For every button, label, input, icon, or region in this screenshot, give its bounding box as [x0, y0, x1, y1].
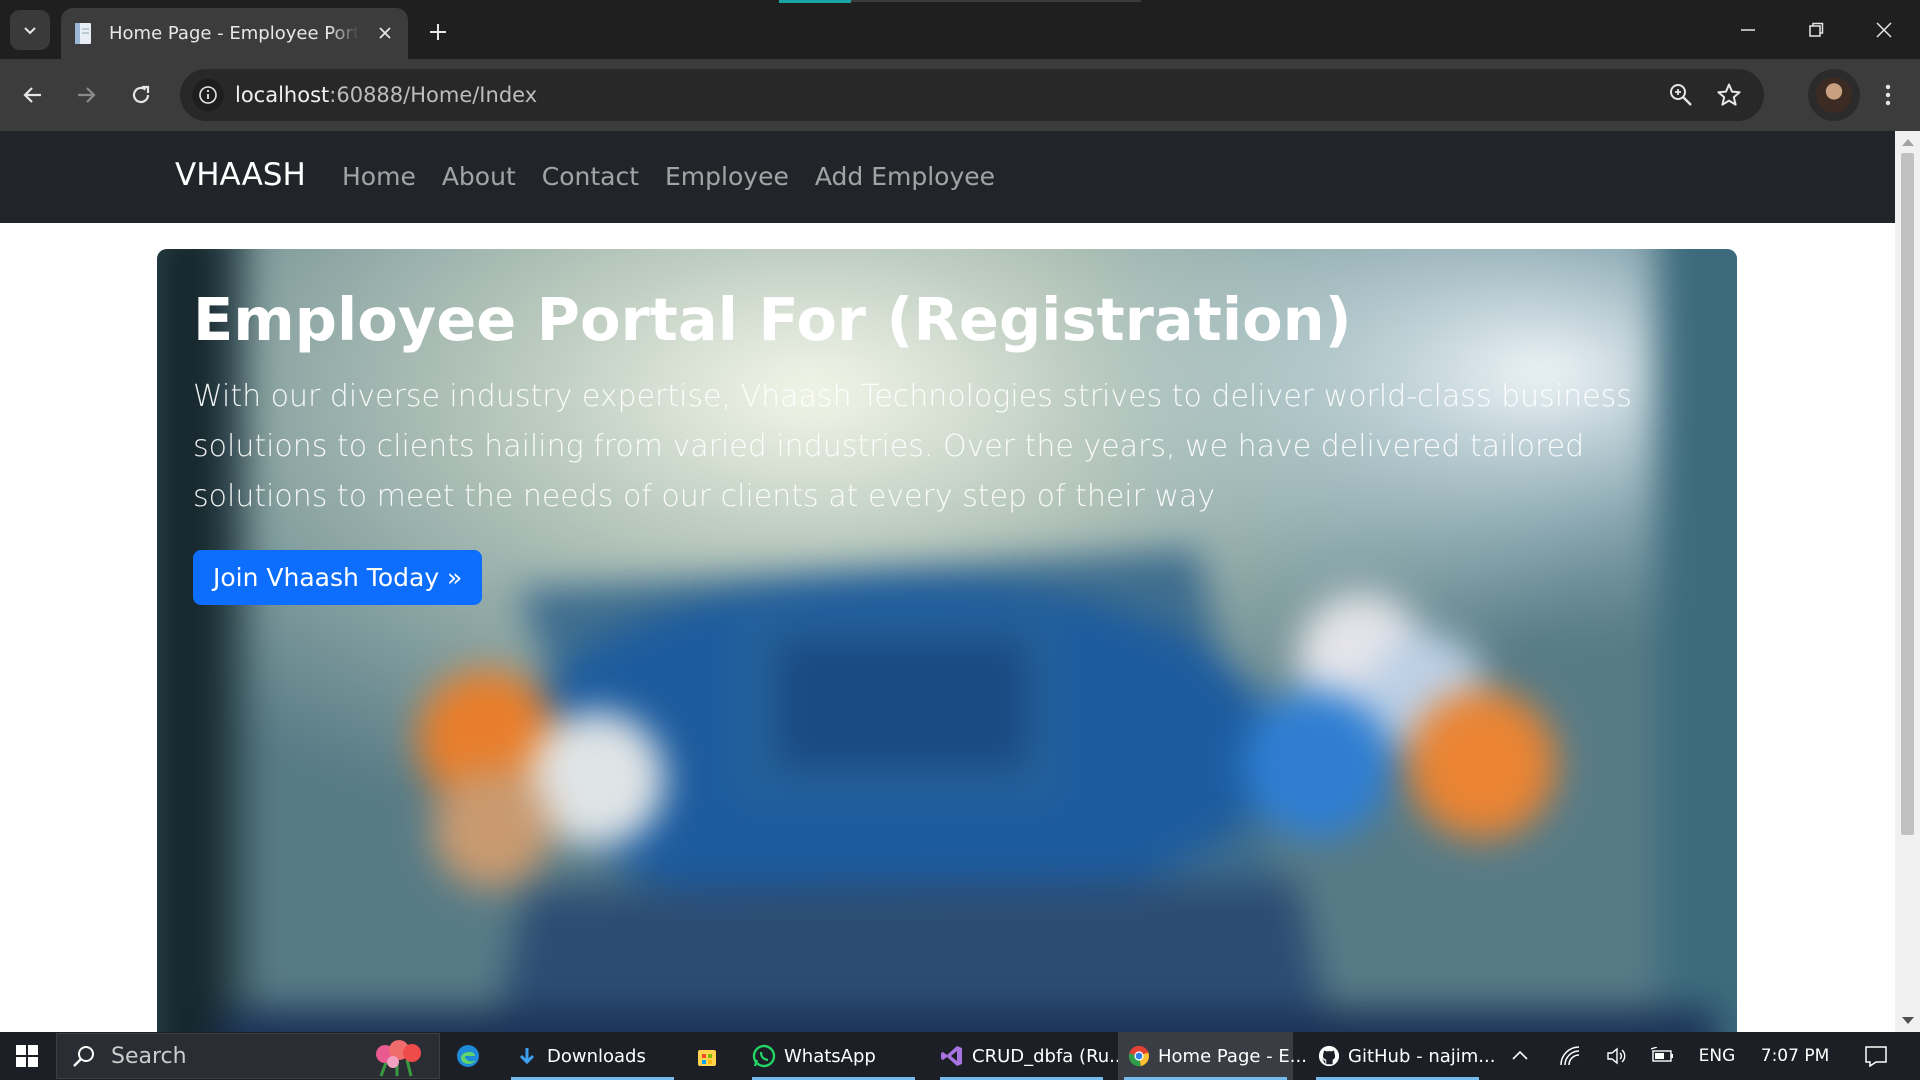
show-hidden-icons-button[interactable]: [1502, 1032, 1538, 1080]
reload-icon: [132, 85, 150, 104]
store-bag-icon: [698, 1050, 716, 1066]
page-viewport: VHAASH Home About Contact Employee Add E…: [0, 131, 1920, 1032]
join-button[interactable]: Join Vhaash Today »: [193, 549, 483, 605]
github-icon: [1318, 1044, 1340, 1068]
notifications-button[interactable]: [1856, 1032, 1896, 1080]
active-tab[interactable]: Home Page - Employee Portal For (Registr…: [61, 8, 408, 59]
page-scrollbar[interactable]: [1895, 131, 1920, 1032]
site-nav-links: Home About Contact Employee Add Employee: [342, 162, 995, 191]
minimize-button[interactable]: [1714, 0, 1782, 59]
nav-link-contact[interactable]: Contact: [542, 162, 639, 191]
taskbar-visual-studio[interactable]: CRUD_dbfa (Ru...: [934, 1032, 1126, 1080]
address-bar[interactable]: localhost:60888/Home/Index: [180, 69, 1764, 121]
language-indicator[interactable]: ENG: [1694, 1032, 1740, 1080]
scroll-down-arrow[interactable]: [1902, 1017, 1914, 1024]
browser-toolbar: localhost:60888/Home/Index: [0, 59, 1920, 131]
forward-button[interactable]: [66, 75, 106, 115]
back-button[interactable]: [13, 75, 53, 115]
new-tab-button[interactable]: [422, 16, 454, 48]
zoom-icon[interactable]: [1668, 82, 1694, 108]
nav-link-about[interactable]: About: [442, 162, 516, 191]
more-vertical-icon: [1885, 84, 1891, 106]
taskbar-chrome-label: Home Page - E...: [1158, 1045, 1307, 1067]
taskbar-github[interactable]: GitHub - najim...: [1310, 1032, 1495, 1080]
close-window-button[interactable]: [1850, 0, 1918, 59]
url-host: localhost: [235, 83, 330, 107]
clock[interactable]: 7:07 PM: [1752, 1032, 1838, 1080]
taskbar-edge[interactable]: [455, 1032, 489, 1080]
browser-tab-strip: Home Page - Employee Portal For (Registr…: [0, 0, 1920, 59]
page-favicon-icon: [75, 22, 91, 44]
profile-avatar[interactable]: [1808, 69, 1860, 121]
site-brand-link[interactable]: VHAASH: [175, 157, 306, 193]
scroll-up-arrow[interactable]: [1902, 139, 1914, 146]
loading-indicator: [779, 0, 851, 3]
speaker-icon: [1607, 1047, 1626, 1065]
search-label: Search: [111, 1043, 187, 1069]
taskbar-whatsapp-label: WhatsApp: [784, 1045, 876, 1067]
taskbar-whatsapp[interactable]: WhatsApp: [746, 1032, 921, 1080]
windows-taskbar: Search Downloads WhatsApp CRUD_dbfa (Ru.…: [0, 1032, 1920, 1080]
windows-logo-icon: [16, 1045, 38, 1067]
network-button[interactable]: [1552, 1032, 1588, 1080]
wifi-icon: [1560, 1046, 1580, 1066]
nav-link-employee[interactable]: Employee: [665, 162, 789, 191]
avatar-image: [1816, 77, 1852, 113]
chevron-up-icon: [1512, 1050, 1528, 1060]
whatsapp-icon: [752, 1044, 776, 1068]
loading-track: [851, 0, 1141, 2]
download-arrow-icon: [515, 1044, 539, 1068]
close-icon: [379, 27, 391, 39]
hero-jumbotron: Employee Portal For (Registration) With …: [157, 249, 1737, 1032]
taskbar-store[interactable]: [695, 1032, 731, 1080]
start-button[interactable]: [0, 1032, 54, 1080]
tab-title: Home Page - Employee Portal For (Registr…: [109, 23, 359, 44]
edge-icon: [457, 1045, 479, 1067]
taskbar-downloads-label: Downloads: [547, 1045, 646, 1067]
site-info-button[interactable]: [192, 79, 224, 111]
notification-icon: [1865, 1046, 1887, 1068]
arrow-right-icon: [78, 87, 96, 103]
hero-content: Employee Portal For (Registration) With …: [193, 285, 1693, 605]
nav-link-add-employee[interactable]: Add Employee: [815, 162, 995, 191]
browser-menu-button[interactable]: [1874, 81, 1902, 109]
tab-close-button[interactable]: [374, 22, 396, 44]
info-icon: [199, 86, 217, 104]
site-navbar: VHAASH Home About Contact Employee Add E…: [0, 131, 1895, 223]
restore-button[interactable]: [1782, 0, 1850, 59]
chevron-down-icon: [24, 27, 36, 35]
plus-icon: [430, 24, 446, 40]
hero-title: Employee Portal For (Registration): [193, 285, 1352, 354]
restore-icon: [1809, 22, 1824, 37]
nav-link-home[interactable]: Home: [342, 162, 416, 191]
volume-button[interactable]: [1598, 1032, 1634, 1080]
taskbar-visual-studio-label: CRUD_dbfa (Ru...: [972, 1045, 1127, 1067]
flowers-icon: [376, 1040, 421, 1077]
bookmark-star-icon[interactable]: [1716, 82, 1742, 108]
url-path: :60888/Home/Index: [329, 83, 538, 107]
minimize-icon: [1741, 28, 1755, 31]
taskbar-search[interactable]: Search: [56, 1033, 440, 1079]
close-icon: [1876, 21, 1892, 38]
chrome-icon: [1128, 1044, 1150, 1068]
scrollbar-thumb[interactable]: [1901, 153, 1914, 835]
visual-studio-icon: [940, 1044, 964, 1068]
battery-icon: [1651, 1047, 1673, 1062]
battery-button[interactable]: [1645, 1032, 1681, 1080]
search-icon: [73, 1046, 94, 1067]
arrow-left-icon: [23, 87, 41, 103]
hero-description: With our diverse industry expertise, Vha…: [193, 378, 1632, 514]
taskbar-downloads[interactable]: Downloads: [505, 1032, 680, 1080]
reload-button[interactable]: [121, 75, 161, 115]
tab-search-button[interactable]: [10, 10, 50, 50]
taskbar-github-label: GitHub - najim...: [1348, 1045, 1496, 1067]
taskbar-chrome[interactable]: Home Page - E...: [1118, 1032, 1307, 1080]
url-text: localhost:60888/Home/Index: [235, 83, 537, 107]
